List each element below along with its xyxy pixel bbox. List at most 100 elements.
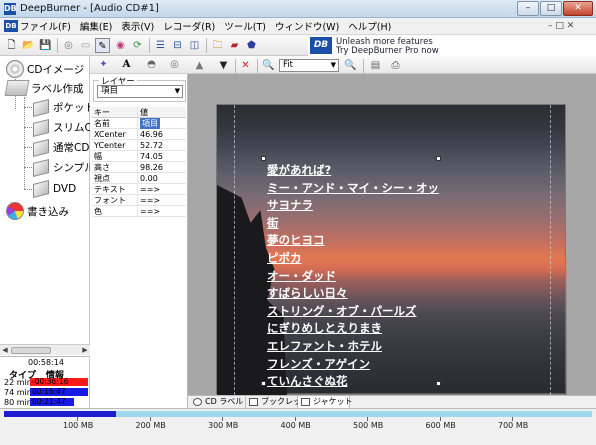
label-editor-icon[interactable]: ✎: [95, 38, 110, 53]
layout-list-icon[interactable]: ☰: [153, 38, 168, 53]
menu-tools[interactable]: ツール(T): [224, 19, 266, 33]
bring-front-icon[interactable]: ▲: [192, 58, 207, 73]
shield-icon[interactable]: ⬟: [244, 38, 259, 53]
page-setup-icon[interactable]: ▤: [368, 58, 383, 73]
jacket-canvas[interactable]: 愛があれば? ミー・アンド・マイ・シー・オッ サヨナラ街夢のヒヨコ ピポカ オー・ダッド…: [216, 104, 567, 395]
disc-length: 22 min: [4, 378, 32, 387]
property-row[interactable]: 名前 項目: [92, 118, 186, 129]
pointer-tool-icon[interactable]: ✦: [96, 57, 111, 72]
resize-handle[interactable]: [436, 156, 441, 161]
tree-item-label: 書き込み: [27, 205, 69, 218]
tree-item-label-maker[interactable]: ラベル作成: [4, 80, 84, 96]
track-list-text[interactable]: 愛があれば? ミー・アンド・マイ・シー・オッ サヨナラ街夢のヒヨコ ピポカ オー・ダッド…: [267, 162, 439, 391]
menu-view[interactable]: 表示(V): [121, 19, 154, 33]
cd-audio-icon[interactable]: ◎: [61, 38, 76, 53]
tree-item-standard-cd[interactable]: 通常CD: [33, 138, 89, 157]
tree-item-burn[interactable]: 書き込み: [6, 202, 69, 220]
property-value[interactable]: 項目: [140, 118, 160, 129]
capacity-tick-label: 100 MB: [63, 421, 94, 430]
zoom-out-icon[interactable]: 🔍: [261, 58, 276, 73]
capacity-used-fill: [4, 411, 116, 417]
remaining-time-bar: 00:15:47: [30, 388, 88, 396]
menu-help[interactable]: ヘルプ(H): [348, 19, 391, 33]
disc-type-row: 74 min 00:15:47: [0, 388, 90, 397]
zoom-select[interactable]: Fit ▼: [279, 59, 339, 72]
layer-toolbar: ✦ A ◓ ◎: [90, 56, 188, 74]
resize-handle[interactable]: [261, 381, 266, 386]
track-title: ミー・アンド・マイ・シー・オッ: [267, 180, 440, 195]
menu-recorder[interactable]: レコーダ(R): [163, 19, 215, 33]
spine-guide-left: [234, 105, 235, 395]
property-row[interactable]: 色 ==>: [92, 206, 186, 217]
tree-item-dvd[interactable]: DVD: [33, 180, 76, 198]
menu-window[interactable]: ウィンドウ(W): [275, 19, 339, 33]
remaining-time-bar: -00:36:16: [30, 378, 88, 386]
property-value[interactable]: 46.96: [140, 129, 163, 140]
tab-cd-label[interactable]: CD ラベル: [190, 396, 246, 408]
property-row[interactable]: XCenter 46.96: [92, 129, 186, 140]
tab-booklet[interactable]: ブックレット: [246, 396, 309, 408]
property-row[interactable]: YCenter 52.72: [92, 140, 186, 151]
refresh-icon[interactable]: ⟳: [130, 38, 145, 53]
open-folder-icon[interactable]: 📂: [21, 38, 36, 53]
property-value[interactable]: 74.05: [140, 151, 163, 162]
folder-icon[interactable]: 🗀: [210, 38, 225, 53]
track-title: ストリング・オブ・パールズ: [267, 303, 417, 318]
shape-tool-icon[interactable]: ◎: [167, 57, 182, 72]
property-grid-header: キー 値: [92, 107, 186, 118]
new-file-icon[interactable]: 🗋: [4, 38, 19, 53]
layout-horizontal-icon[interactable]: ⊟: [170, 38, 185, 53]
property-key: 高さ: [94, 162, 138, 173]
track-title: 街: [267, 215, 279, 230]
tree-horizontal-scrollbar[interactable]: ◀ ▶: [0, 344, 90, 355]
minimize-button[interactable]: –: [517, 1, 539, 16]
property-value[interactable]: 98.26: [140, 162, 163, 173]
booklet-icon: [33, 138, 49, 157]
property-row[interactable]: 視点 0.00: [92, 173, 186, 184]
menu-edit[interactable]: 編集(E): [80, 19, 112, 33]
title-bar: DB DeepBurner - [Audio CD#1] – □ ✕: [0, 0, 596, 18]
close-button[interactable]: ✕: [563, 1, 593, 16]
burn-disc-icon[interactable]: ◉: [113, 38, 128, 53]
text-tool-icon[interactable]: A: [119, 57, 134, 72]
property-value[interactable]: ==>: [140, 184, 160, 195]
image-tool-icon[interactable]: ◓: [144, 57, 159, 72]
save-icon[interactable]: 💾: [38, 38, 53, 53]
send-back-icon[interactable]: ▼: [216, 58, 231, 73]
property-row[interactable]: 幅 74.05: [92, 151, 186, 162]
document-icon[interactable]: DB: [4, 20, 18, 32]
property-row[interactable]: テキスト ==>: [92, 184, 186, 195]
burn-disc-icon: [6, 202, 24, 220]
property-key: フォント: [94, 195, 138, 206]
tree-item-simple[interactable]: シンプル: [33, 158, 95, 177]
scrollbar-thumb[interactable]: [11, 347, 51, 354]
delete-icon[interactable]: ✕: [238, 58, 253, 73]
layout-vertical-icon[interactable]: ◫: [187, 38, 202, 53]
property-row[interactable]: フォント ==>: [92, 195, 186, 206]
property-value[interactable]: 0.00: [140, 173, 158, 184]
scroll-right-icon[interactable]: ▶: [80, 345, 90, 356]
property-value[interactable]: ==>: [140, 195, 160, 206]
total-time: 00:58:14: [28, 358, 64, 367]
layer-select[interactable]: 項目 ▼: [97, 85, 183, 98]
book-icon[interactable]: ▰: [227, 38, 242, 53]
resize-handle[interactable]: [261, 156, 266, 161]
properties-icon[interactable]: ▭: [78, 38, 93, 53]
disc-info-panel: 00:58:14 タイプ 情報 22 min -00:36:16 74 min 00:…: [0, 356, 90, 408]
track-title: サヨナラ: [267, 198, 313, 213]
tree-item-cd-image[interactable]: CDイメージ: [6, 60, 84, 78]
tab-jacket[interactable]: ジャケット: [298, 396, 353, 408]
maximize-button[interactable]: □: [540, 1, 562, 16]
mdi-window-controls[interactable]: – □ ✕: [548, 21, 574, 31]
print-icon[interactable]: ⎙: [388, 58, 403, 73]
menu-file[interactable]: ファイル(F): [20, 19, 71, 33]
property-row[interactable]: 高さ 98.26: [92, 162, 186, 173]
property-value[interactable]: ==>: [140, 206, 160, 217]
zoom-in-icon[interactable]: 🔍: [343, 58, 358, 73]
track-title: 夢のヒヨコ: [267, 233, 325, 248]
property-key: YCenter: [94, 140, 138, 151]
promo-banner[interactable]: DB Unleash more features Try DeepBurner …: [308, 36, 596, 56]
scroll-left-icon[interactable]: ◀: [0, 345, 10, 356]
property-value[interactable]: 52.72: [140, 140, 163, 151]
track-title: フレンズ・アゲイン: [267, 356, 371, 371]
